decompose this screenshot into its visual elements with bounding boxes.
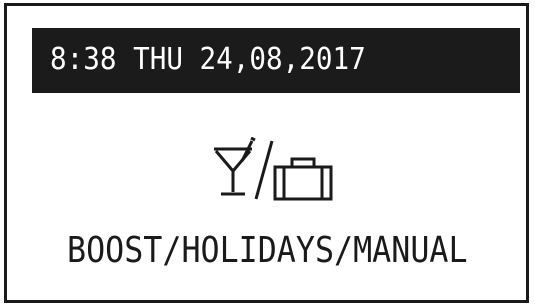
boost-holidays-mode-icon xyxy=(214,137,333,201)
suitcase-icon xyxy=(273,157,333,201)
status-bar: 8:38 THU 24,08,2017 xyxy=(32,28,520,93)
mode-label: BOOST/HOLIDAYS/MANUAL xyxy=(67,230,468,271)
cocktail-glass-icon xyxy=(214,137,256,196)
datetime-readout: 8:38 THU 24,08,2017 xyxy=(50,42,366,77)
slash-divider xyxy=(254,140,274,200)
lcd-display: 8:38 THU 24,08,2017 BOOST/HOLIDAYS/MANUA… xyxy=(4,3,529,303)
